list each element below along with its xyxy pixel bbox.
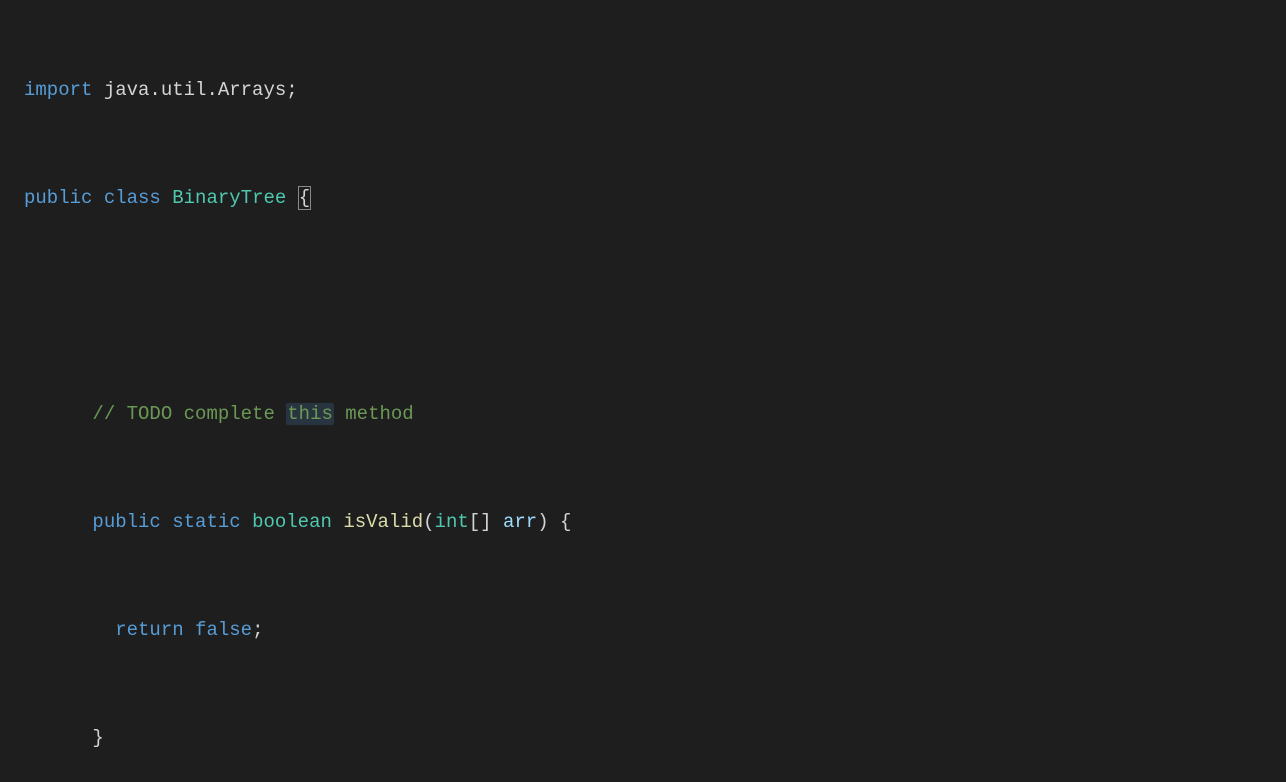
type-boolean: boolean — [252, 511, 332, 533]
class-name: BinaryTree — [172, 187, 286, 209]
todo-comment: // TODO complete this method — [92, 403, 413, 425]
method-isvalid: isValid — [343, 511, 423, 533]
package-path: java.util.Arrays — [104, 79, 286, 101]
keyword-class: class — [104, 187, 161, 209]
keyword-return: return — [115, 619, 183, 641]
code-editor[interactable]: import java.util.Arrays; public class Bi… — [0, 0, 1286, 782]
open-brace-cursor: { — [298, 186, 311, 210]
literal-false: false — [195, 619, 252, 641]
keyword-public: public — [24, 187, 92, 209]
keyword-import: import — [24, 79, 92, 101]
